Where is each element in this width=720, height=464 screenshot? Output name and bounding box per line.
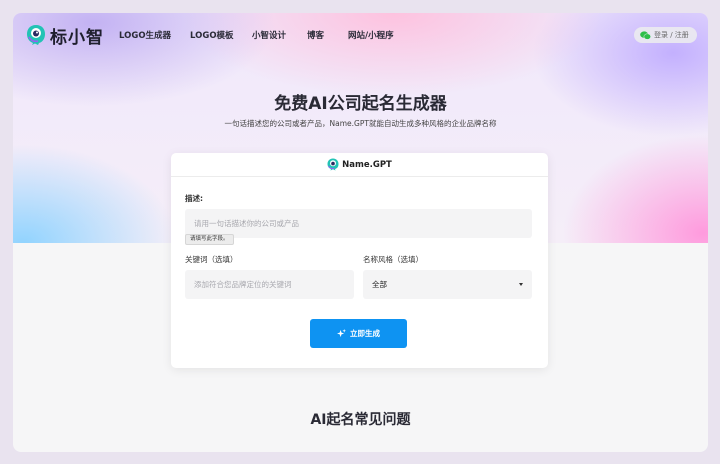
nav-website-miniprogram[interactable]: 网站/小程序	[348, 29, 394, 41]
nav-blog[interactable]: 博客	[307, 29, 324, 41]
nav-xiaozhi-design[interactable]: 小智设计	[252, 29, 286, 41]
card-header: Name.GPT	[171, 153, 548, 177]
browser-viewport: 标小智 LOGO生成器 LOGO模板 小智设计 博客 网站/小程序 登录 / 注…	[13, 13, 708, 452]
page-title: 免费AI公司起名生成器	[274, 94, 447, 114]
card-header-title: Name.GPT	[342, 159, 392, 170]
brand-mascot-icon	[27, 25, 45, 45]
page-subtitle: 一句话描述您的公司或者产品，Name.GPT就能自动生成多种风格的企业品牌名称	[224, 119, 497, 128]
generate-now-button[interactable]: 立即生成	[310, 319, 407, 348]
keywords-input[interactable]	[185, 270, 354, 299]
nav-logo-generator[interactable]: LOGO生成器	[119, 29, 171, 41]
generate-now-label: 立即生成	[350, 329, 380, 338]
name-style-select[interactable]: 全部	[363, 270, 532, 299]
brand-name: 标小智	[50, 27, 104, 48]
login-register-label: 登录 / 注册	[654, 31, 689, 39]
description-label: 描述:	[185, 194, 203, 203]
required-field-tooltip: 请填写此字段。	[185, 234, 234, 245]
top-nav: 标小智 LOGO生成器 LOGO模板 小智设计 博客 网站/小程序 登录 / 注…	[13, 13, 708, 57]
name-style-selected-value: 全部	[372, 280, 387, 289]
faq-section-title: AI起名常见问题	[310, 412, 411, 428]
nav-logo-templates[interactable]: LOGO模板	[190, 29, 234, 41]
name-style-label: 名称风格（选填）	[363, 255, 423, 264]
wechat-icon	[640, 30, 651, 40]
name-gpt-mascot-icon	[327, 158, 339, 171]
name-generator-card: Name.GPT 描述: 请填写此字段。 关键词（选填） 名称风格（选填） 全部…	[171, 153, 548, 368]
description-input[interactable]	[185, 209, 532, 238]
keywords-label: 关键词（选填）	[185, 255, 238, 264]
brand-logo[interactable]: 标小智	[26, 23, 104, 48]
sparkle-icon	[337, 329, 346, 338]
caret-down-icon	[519, 283, 523, 286]
login-register-button[interactable]: 登录 / 注册	[634, 27, 697, 43]
